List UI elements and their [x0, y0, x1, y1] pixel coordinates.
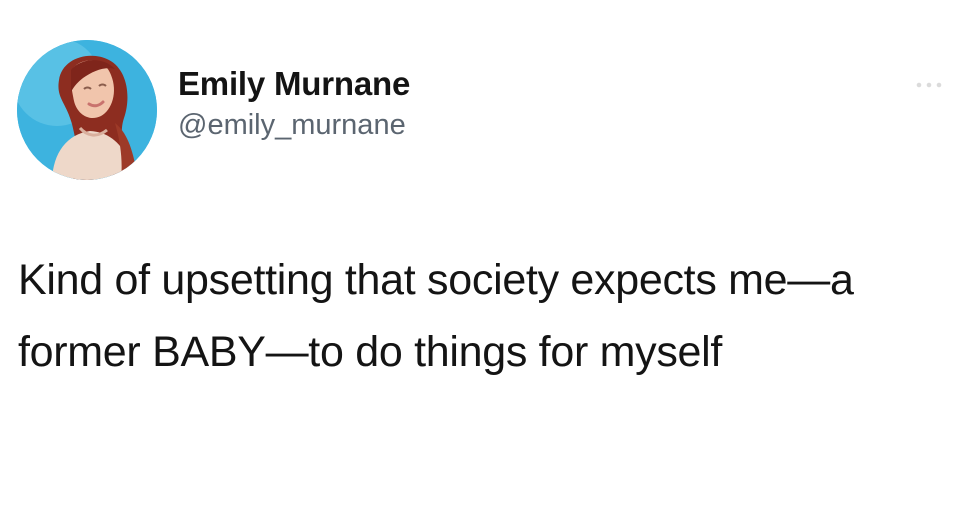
tweet-text: Kind of upsetting that society expects m… — [18, 256, 854, 376]
more-options-icon[interactable] — [915, 80, 943, 90]
avatar[interactable] — [17, 40, 157, 180]
tweet-header: Emily Murnane @emily_murnane — [178, 64, 410, 143]
author-handle[interactable]: @emily_murnane — [178, 107, 410, 143]
author-display-name[interactable]: Emily Murnane — [178, 64, 410, 104]
profile-photo-icon — [17, 40, 157, 180]
tweet-card: Emily Murnane @emily_murnane Kind of ups… — [0, 0, 960, 505]
